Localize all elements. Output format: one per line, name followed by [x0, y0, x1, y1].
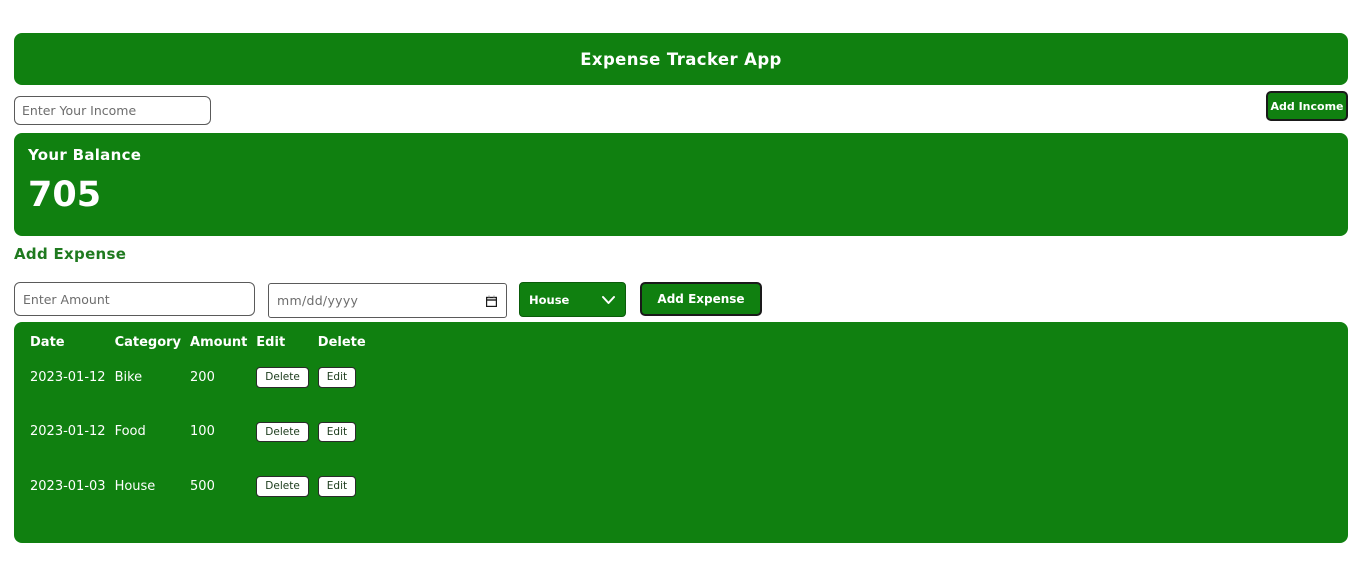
cell-amount: 500	[190, 478, 215, 494]
date-input[interactable]: mm/dd/yyyy	[268, 283, 507, 318]
cell-edit: Edit	[317, 350, 375, 405]
table-body: 2023-01-12 Bike 200 Delete Edit 2023-01-…	[18, 350, 375, 514]
cell-amount: 200	[190, 369, 215, 385]
delete-button[interactable]: Delete	[256, 421, 309, 443]
column-header-category: Category	[114, 335, 182, 350]
table-row: 2023-01-12 Food 100 Delete Edit	[18, 405, 375, 460]
expense-tracker-page: Expense Tracker App Add Income Your Bala…	[0, 0, 1360, 577]
chevron-down-icon[interactable]	[602, 295, 615, 304]
table-header-row: Date Category Amount Edit Delete	[18, 335, 375, 350]
expense-table: Date Category Amount Edit Delete 2023-01…	[18, 335, 375, 514]
column-header-amount: Amount	[190, 335, 248, 350]
add-expense-heading: Add Expense	[14, 245, 127, 263]
income-input[interactable]	[14, 96, 211, 125]
amount-input[interactable]	[14, 282, 255, 316]
edit-button[interactable]: Edit	[317, 421, 357, 443]
category-selected-value: House	[529, 292, 570, 307]
delete-button[interactable]: Delete	[256, 367, 309, 388]
cell-category: Bike	[114, 369, 143, 385]
column-header-edit: Edit	[256, 335, 286, 350]
expense-table-card: Date Category Amount Edit Delete 2023-01…	[14, 322, 1348, 543]
balance-card: Your Balance 705	[14, 133, 1348, 236]
column-header-delete: Delete	[317, 335, 366, 350]
table-row: 2023-01-12 Bike 200 Delete Edit	[18, 350, 375, 405]
cell-date: 2023-01-12	[30, 424, 106, 440]
table-row: 2023-01-03 House 500 Delete Edit	[18, 459, 375, 514]
date-placeholder-text: mm/dd/yyyy	[277, 293, 359, 308]
edit-button[interactable]: Edit	[317, 476, 357, 497]
cell-edit: Edit	[317, 459, 375, 514]
app-header: Expense Tracker App	[14, 33, 1348, 85]
cell-edit: Edit	[317, 405, 375, 460]
cell-date: 2023-01-03	[30, 478, 106, 494]
cell-delete: Delete	[256, 405, 318, 460]
cell-date: 2023-01-12	[30, 369, 106, 385]
income-row: Add Income	[0, 90, 1360, 132]
edit-button[interactable]: Edit	[317, 367, 357, 388]
balance-amount: 705	[28, 175, 102, 215]
cell-delete: Delete	[256, 459, 318, 514]
delete-button[interactable]: Delete	[256, 476, 309, 497]
add-expense-form: mm/dd/yyyy House Add Expense	[0, 282, 1360, 322]
page-title: Expense Tracker App	[580, 49, 782, 69]
balance-label: Your Balance	[28, 146, 142, 164]
category-select[interactable]: House	[519, 282, 626, 317]
calendar-icon[interactable]	[486, 295, 497, 307]
cell-delete: Delete	[256, 350, 318, 405]
add-expense-button[interactable]: Add Expense	[640, 282, 762, 316]
add-income-button[interactable]: Add Income	[1266, 91, 1348, 121]
cell-category: Food	[114, 424, 146, 440]
column-header-date: Date	[30, 335, 65, 350]
cell-category: House	[114, 478, 156, 494]
cell-amount: 100	[190, 424, 215, 440]
